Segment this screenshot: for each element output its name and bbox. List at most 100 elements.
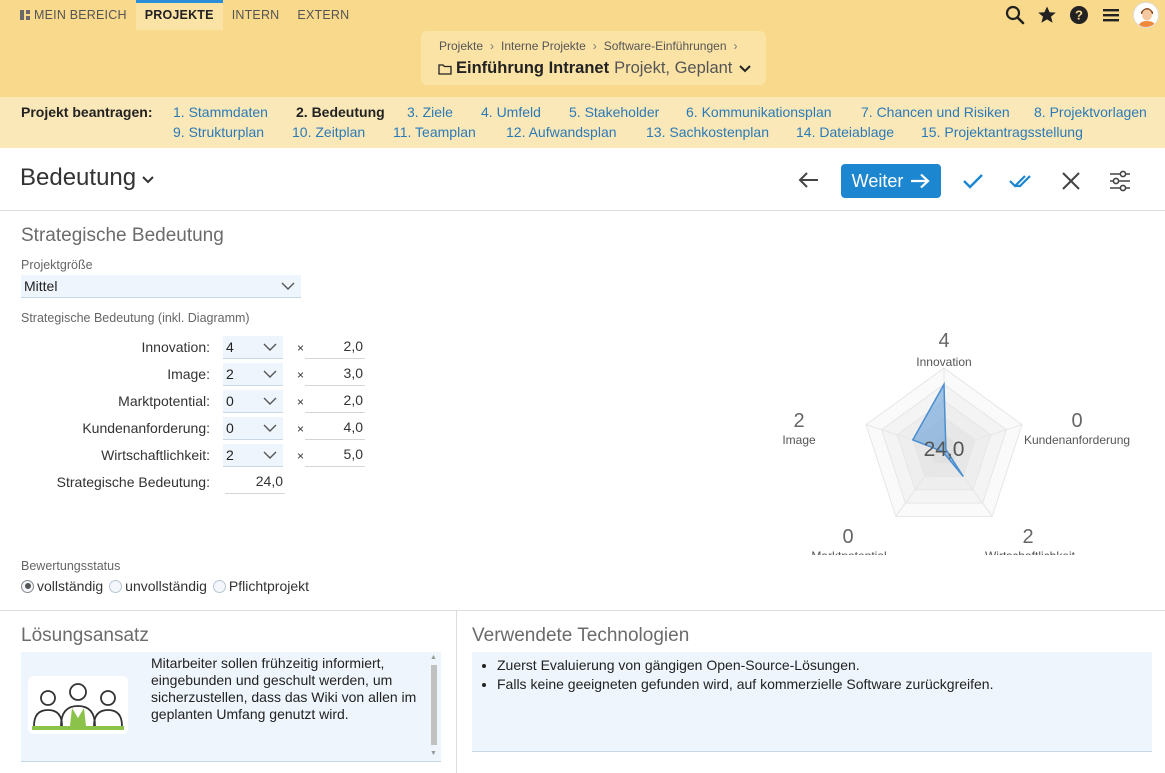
team-illustration-icon xyxy=(28,676,128,734)
section-title-strategic: Strategische Bedeutung xyxy=(21,225,224,246)
nav-mein-bereich[interactable]: MEIN BEREICH xyxy=(0,0,136,30)
status-radio-unvollstaendig[interactable]: unvollständig xyxy=(109,578,207,594)
loesung-scrollbar[interactable]: ▲ ▼ xyxy=(429,654,439,760)
rating-label: Marktpotential: xyxy=(118,393,210,409)
section-title-loesung: Lösungsansatz xyxy=(21,625,149,646)
back-arrow-icon[interactable] xyxy=(797,170,821,190)
rating-select[interactable]: 2 xyxy=(223,363,283,386)
user-avatar[interactable] xyxy=(1133,2,1159,28)
scroll-down-icon[interactable]: ▼ xyxy=(430,750,437,757)
radio-circle xyxy=(212,579,226,593)
breadcrumb-item[interactable]: Projekte xyxy=(439,39,483,53)
status-radio-group: vollständig unvollständig Pflichtprojekt xyxy=(21,578,309,594)
list-item: Zuerst Evaluierung von gängigen Open-Sou… xyxy=(497,656,994,675)
step-bar-label: Projekt beantragen: xyxy=(21,104,153,120)
list-item: Falls keine geeigneten gefunden wird, au… xyxy=(497,675,994,694)
page-title[interactable]: Bedeutung xyxy=(20,164,155,192)
breadcrumb-item[interactable]: Software-Einführungen xyxy=(604,39,727,53)
page-header: Bedeutung Weiter xyxy=(0,148,1165,211)
close-icon[interactable] xyxy=(1061,171,1081,191)
radio-label: Pflichtprojekt xyxy=(228,578,310,594)
nav-label: MEIN BEREICH xyxy=(34,8,127,22)
times-sign: × xyxy=(297,422,305,436)
top-bar: MEIN BEREICH PROJEKTE INTERN EXTERN ? Pr… xyxy=(0,0,1165,97)
total-label: Strategische Bedeutung: xyxy=(56,474,210,490)
radar-chart: 24,0 4Innovation0Kundenanforderung2Wirts… xyxy=(782,330,1130,555)
help-icon[interactable]: ? xyxy=(1069,5,1089,25)
scroll-up-icon[interactable]: ▲ xyxy=(430,654,437,661)
breadcrumb-item[interactable]: Interne Projekte xyxy=(501,39,586,53)
step-teamplan[interactable]: 11. Teamplan xyxy=(393,124,476,140)
weight-value: 2,0 xyxy=(305,336,365,359)
radar-center-value: 24,0 xyxy=(924,438,965,461)
chevron-down-icon xyxy=(263,397,277,405)
radar-axis-value: 0 xyxy=(842,526,853,548)
dashboard-icon xyxy=(20,10,30,20)
step-sachkostenplan[interactable]: 13. Sachkostenplan xyxy=(646,124,769,140)
check-icon[interactable] xyxy=(961,171,985,191)
status-radio-vollstaendig[interactable]: vollständig xyxy=(21,578,103,594)
project-subtitle: Projekt, Geplant xyxy=(614,59,733,77)
settings-sliders-icon[interactable] xyxy=(1109,170,1131,192)
times-sign: × xyxy=(297,449,305,463)
step-bar: Projekt beantragen: 1. Stammdaten 2. Bed… xyxy=(0,97,1165,148)
page-title-text: Bedeutung xyxy=(20,164,137,191)
status-radio-pflichtprojekt[interactable]: Pflichtprojekt xyxy=(212,578,310,594)
rating-select[interactable]: 2 xyxy=(223,444,283,467)
step-dateiablage[interactable]: 14. Dateiablage xyxy=(796,124,894,140)
folder-icon xyxy=(438,63,452,75)
step-stakeholder[interactable]: 5. Stakeholder xyxy=(569,104,659,120)
scrollbar-thumb[interactable] xyxy=(431,665,437,745)
step-strukturplan[interactable]: 9. Strukturplan xyxy=(173,124,264,140)
nav-projekte[interactable]: PROJEKTE xyxy=(135,0,223,30)
radar-axis-value: 4 xyxy=(938,330,949,352)
nav-extern[interactable]: EXTERN xyxy=(288,0,358,30)
step-projektvorlagen[interactable]: 8. Projektvorlagen xyxy=(1034,104,1147,120)
rating-select-value: 2 xyxy=(226,366,234,382)
top-actions: ? xyxy=(1005,0,1159,30)
weight-value: 3,0 xyxy=(305,363,365,386)
times-sign: × xyxy=(297,368,305,382)
rating-select-value: 4 xyxy=(226,339,234,355)
chevron-down-icon xyxy=(142,175,154,183)
double-check-icon[interactable] xyxy=(1009,171,1035,191)
radar-axis-value: 0 xyxy=(1071,410,1082,432)
strategic-sub-label: Strategische Bedeutung (inkl. Diagramm) xyxy=(21,311,250,325)
search-icon[interactable] xyxy=(1005,5,1025,25)
star-icon[interactable] xyxy=(1037,5,1057,25)
weight-value: 4,0 xyxy=(305,417,365,440)
step-bedeutung[interactable]: 2. Bedeutung xyxy=(296,104,385,120)
step-ziele[interactable]: 3. Ziele xyxy=(407,104,453,120)
step-chancen-risiken[interactable]: 7. Chancen und Risiken xyxy=(861,104,1010,120)
menu-icon[interactable] xyxy=(1101,5,1121,25)
nav-intern[interactable]: INTERN xyxy=(223,0,289,30)
chevron-down-icon xyxy=(263,370,277,378)
rating-select[interactable]: 0 xyxy=(223,390,283,413)
step-projektantragsstellung[interactable]: 15. Projektantragsstellung xyxy=(921,124,1083,140)
step-aufwandsplan[interactable]: 12. Aufwandsplan xyxy=(506,124,617,140)
arrow-right-icon xyxy=(911,173,930,189)
rating-label: Wirtschaftlichkeit: xyxy=(101,447,210,463)
radar-axis-label: Innovation xyxy=(916,355,971,369)
step-umfeld[interactable]: 4. Umfeld xyxy=(481,104,541,120)
main-nav: MEIN BEREICH PROJEKTE INTERN EXTERN xyxy=(0,0,358,30)
rating-select[interactable]: 0 xyxy=(223,417,283,440)
step-kommunikationsplan[interactable]: 6. Kommunikationsplan xyxy=(686,104,832,120)
radar-axis-value: 2 xyxy=(1022,526,1033,548)
times-sign: × xyxy=(297,395,305,409)
size-select[interactable]: Mittel xyxy=(21,275,301,298)
rating-select[interactable]: 4 xyxy=(223,336,283,359)
step-zeitplan[interactable]: 10. Zeitplan xyxy=(292,124,365,140)
status-label: Bewertungsstatus xyxy=(21,559,121,573)
breadcrumb-separator: › xyxy=(733,39,738,53)
size-label: Projektgröße xyxy=(21,258,93,272)
rating-select-value: 0 xyxy=(226,393,234,409)
rating-label: Image: xyxy=(167,366,210,382)
rating-label: Kundenanforderung: xyxy=(82,420,210,436)
next-button[interactable]: Weiter xyxy=(841,164,941,198)
project-selector[interactable]: Einführung Intranet Projekt, Geplant xyxy=(438,59,752,78)
step-stammdaten[interactable]: 1. Stammdaten xyxy=(173,104,268,120)
radar-axis-value: 2 xyxy=(793,410,804,432)
weight-value: 5,0 xyxy=(305,444,365,467)
column-divider xyxy=(456,611,457,773)
